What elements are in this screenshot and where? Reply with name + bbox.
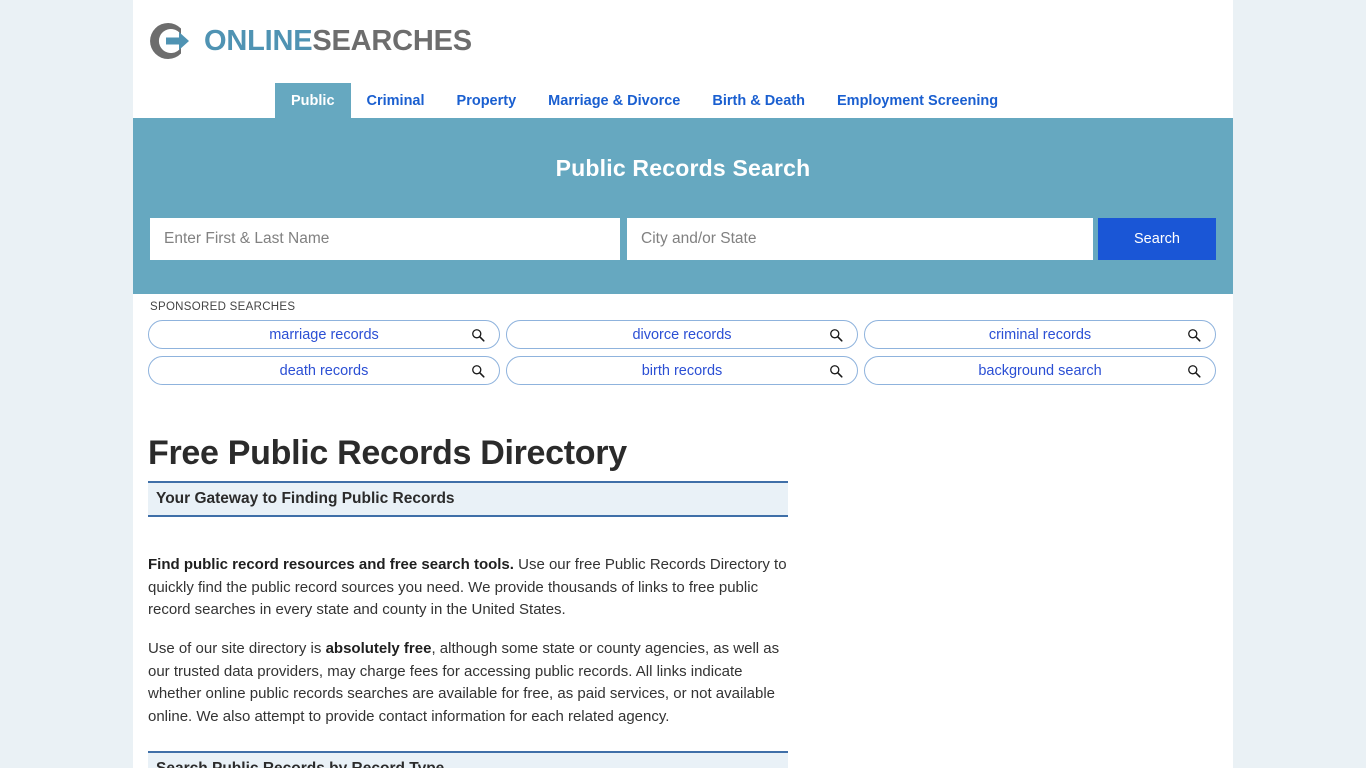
search-form: Search (150, 218, 1216, 260)
logo-text-searches: SEARCHES (312, 25, 472, 57)
sponsored-searches-label: SPONSORED SEARCHES (150, 301, 295, 313)
section-header-record-type: Search Public Records by Record Type (148, 751, 788, 768)
sponsored-pill-marriage-records[interactable]: marriage records (148, 320, 500, 349)
primary-nav: Public Criminal Property Marriage & Divo… (133, 83, 1233, 118)
site-logo[interactable]: ONLINESEARCHES (149, 14, 472, 68)
sponsored-pill-criminal-records[interactable]: criminal records (864, 320, 1216, 349)
content-container: ONLINESEARCHES Public Criminal Property … (133, 0, 1233, 768)
intro-paragraph-1: Find public record resources and free se… (148, 554, 793, 622)
section-header-label: Your Gateway to Finding Public Records (156, 490, 455, 508)
tab-criminal[interactable]: Criminal (351, 83, 441, 118)
logo-wordmark: ONLINESEARCHES (204, 27, 472, 56)
intro-paragraph-2: Use of our site directory is absolutely … (148, 638, 793, 728)
section-header-gateway: Your Gateway to Finding Public Records (148, 481, 788, 517)
tab-public[interactable]: Public (275, 83, 351, 118)
logo-text-online: ONLINE (204, 25, 312, 57)
circle-arrow-logo-icon (149, 18, 195, 64)
pill-label: divorce records (632, 327, 731, 343)
name-search-input[interactable] (150, 218, 620, 260)
intro-paragraph-2-emphasis: absolutely free (326, 640, 432, 657)
tab-employment-screening[interactable]: Employment Screening (821, 83, 1014, 118)
search-icon (829, 328, 843, 342)
pill-label: birth records (642, 363, 723, 379)
tab-birth-death[interactable]: Birth & Death (696, 83, 821, 118)
pill-label: background search (978, 363, 1101, 379)
tab-property[interactable]: Property (441, 83, 533, 118)
page-root: ONLINESEARCHES Public Criminal Property … (0, 0, 1366, 768)
intro-paragraph-1-lead: Find public record resources and free se… (148, 556, 514, 573)
pill-label: marriage records (269, 327, 379, 343)
location-search-input[interactable] (627, 218, 1093, 260)
sponsored-pill-death-records[interactable]: death records (148, 356, 500, 385)
search-icon (829, 364, 843, 378)
search-icon (1187, 364, 1201, 378)
search-banner: Public Records Search Search (133, 118, 1233, 294)
section-header-label: Search Public Records by Record Type (156, 760, 444, 768)
pill-label: criminal records (989, 327, 1091, 343)
banner-title: Public Records Search (133, 155, 1233, 182)
search-icon (471, 328, 485, 342)
search-button[interactable]: Search (1098, 218, 1216, 260)
page-title: Free Public Records Directory (148, 434, 627, 473)
sponsored-pill-divorce-records[interactable]: divorce records (506, 320, 858, 349)
intro-paragraph-2-part-a: Use of our site directory is (148, 640, 326, 657)
sponsored-pill-birth-records[interactable]: birth records (506, 356, 858, 385)
search-icon (1187, 328, 1201, 342)
sponsored-pill-background-search[interactable]: background search (864, 356, 1216, 385)
tab-marriage-divorce[interactable]: Marriage & Divorce (532, 83, 696, 118)
sponsored-searches-list: marriage records divorce records crimina… (148, 320, 1216, 385)
pill-label: death records (280, 363, 369, 379)
search-icon (471, 364, 485, 378)
